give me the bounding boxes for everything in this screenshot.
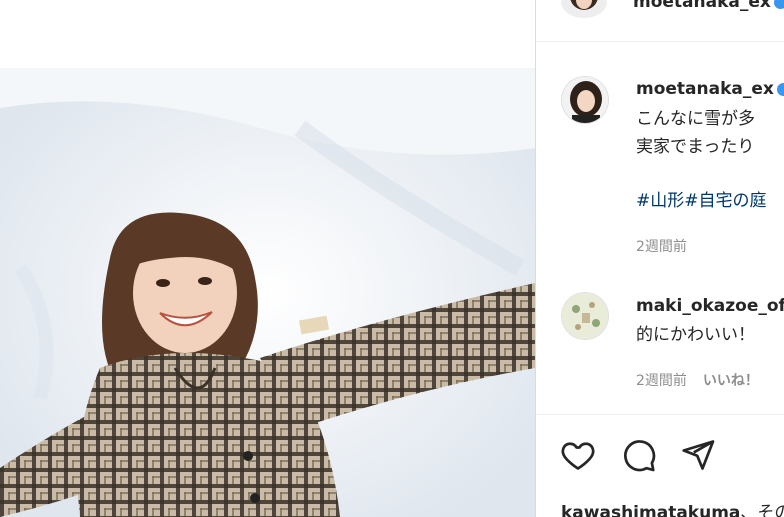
post-side-panel: moetanaka_ex moetanaka_ex こんなに雪が多 実家でまった…	[535, 0, 784, 517]
verified-badge-icon	[773, 0, 784, 9]
caption-hashtags[interactable]: #山形#自宅の庭	[636, 186, 767, 211]
post-photo[interactable]	[0, 68, 535, 517]
caption-text-line: こんなに雪が多	[636, 109, 755, 129]
send-icon[interactable]	[680, 437, 716, 473]
header-avatar[interactable]	[561, 0, 607, 18]
post-media-pane	[0, 0, 535, 517]
liked-by-user[interactable]: kawashimatakuma	[561, 503, 740, 517]
verified-badge-icon	[776, 82, 784, 96]
comment-meta: 2週間前 いいね！	[636, 370, 759, 390]
header-username-text[interactable]: moetanaka_ex	[633, 0, 771, 12]
liked-by-rest: 、その	[740, 503, 784, 517]
comment-timestamp[interactable]: 2週間前	[636, 373, 687, 389]
caption-username[interactable]: moetanaka_ex	[636, 79, 784, 99]
post-header: moetanaka_ex	[536, 0, 784, 42]
heart-icon[interactable]	[560, 437, 596, 473]
comment-icon[interactable]	[621, 437, 657, 473]
comment-username[interactable]: maki_okazoe_of	[636, 296, 784, 316]
caption-timestamp[interactable]: 2週間前	[636, 236, 687, 256]
comment-avatar[interactable]	[561, 292, 609, 340]
post-actions-bar	[536, 414, 784, 494]
header-username[interactable]: moetanaka_ex	[633, 0, 784, 12]
caption-username-text[interactable]: moetanaka_ex	[636, 79, 774, 99]
photo-illustration	[0, 68, 535, 517]
caption-avatar[interactable]	[561, 76, 609, 124]
comment-like-button[interactable]: いいね！	[703, 373, 759, 389]
caption-text-line: 実家でまったり	[636, 137, 755, 157]
comment-text: 的にかわいい！	[636, 325, 755, 345]
liked-by-line: kawashimatakuma、その	[561, 498, 784, 517]
